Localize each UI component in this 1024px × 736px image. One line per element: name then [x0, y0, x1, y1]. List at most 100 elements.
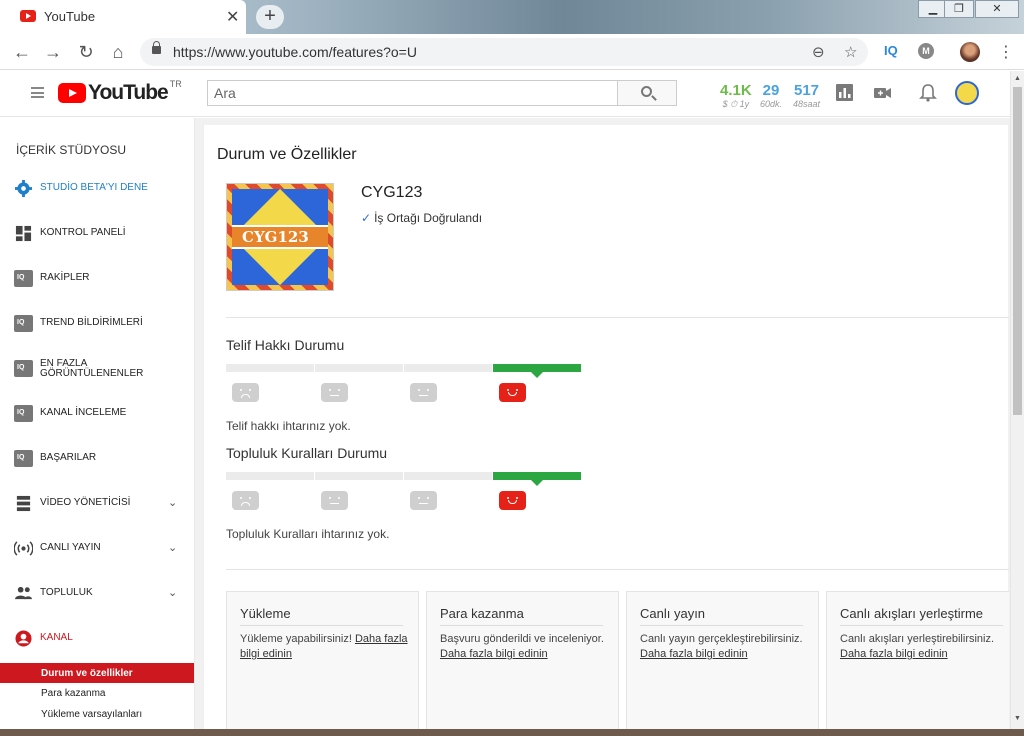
- extension-iq-icon[interactable]: IQ: [884, 43, 898, 58]
- sidebar-item-label: RAKİPLER: [40, 272, 90, 283]
- card-divider: [240, 625, 403, 626]
- card-description: Başvuru gönderildi ve inceleniyor. Daha f…: [440, 632, 610, 662]
- close-window-button[interactable]: ✕: [975, 0, 1019, 18]
- sidebar-item-channel-review[interactable]: KANAL İNCELEME: [0, 399, 195, 429]
- stat-60min[interactable]: 29 60dk.: [760, 82, 782, 109]
- meter-pointer: [531, 480, 543, 486]
- card-description: Canlı yayın gerçekleştirebilirsiniz. Daha…: [640, 632, 810, 662]
- frown-face-icon: [321, 491, 348, 510]
- sidebar-item-achievements[interactable]: BAŞARILAR: [0, 444, 195, 474]
- chevron-down-icon[interactable]: ⌄: [168, 586, 177, 599]
- logo-wordmark: YouTube: [88, 81, 169, 104]
- meter-segment: [226, 472, 314, 480]
- copyright-status-note: Telif hakkı ihtarınız yok.: [226, 419, 351, 433]
- tab-title: YouTube: [44, 9, 96, 24]
- community-status-note: Topluluk Kuralları ihtarınız yok.: [226, 527, 390, 541]
- address-toolbar: ← → ↻ ⌂ https://www.youtube.com/features…: [0, 34, 1024, 70]
- sad-face-icon: [232, 491, 259, 510]
- avatar-image: CYG123: [231, 188, 329, 286]
- sidebar-subitem-upload-defaults[interactable]: Yükleme varsayılanları: [41, 709, 142, 720]
- stat-sub: 48saat: [793, 99, 821, 109]
- copyright-status-meter: [226, 364, 582, 378]
- sidebar-item-label: TOPLULUK: [40, 587, 93, 598]
- neutral-face-icon: [410, 491, 437, 510]
- page-scrollbar[interactable]: ▲ ▼: [1010, 71, 1024, 729]
- analytics-icon[interactable]: [836, 84, 854, 102]
- sidebar-item-label: KANAL: [40, 632, 73, 643]
- happy-face-icon: [499, 383, 526, 402]
- sidebar-item-label: VİDEO YÖNETİCİSİ: [40, 497, 131, 508]
- extension-m-icon[interactable]: M: [918, 43, 934, 59]
- os-taskbar: [0, 729, 1024, 736]
- sidebar-item-label: BAŞARILAR: [40, 452, 97, 463]
- profile-avatar[interactable]: [960, 42, 980, 62]
- sidebar-item-live-streaming[interactable]: CANLI YAYIN ⌄: [0, 534, 195, 564]
- bookmark-star-icon[interactable]: ☆: [844, 43, 857, 61]
- zoom-out-icon[interactable]: ⊖: [812, 43, 825, 61]
- youtube-header: YouTube TR Ara 4.1K $ ⏱ 1y 29 60dk. 517 …: [0, 71, 1010, 117]
- card-divider: [840, 625, 1003, 626]
- notifications-bell-icon[interactable]: [919, 84, 937, 102]
- card-title: Canlı yayın: [640, 606, 706, 621]
- sidebar-title: İÇERİK STÜDYOSU: [16, 143, 127, 157]
- restore-window-button[interactable]: ❐: [944, 0, 974, 18]
- hamburger-menu-icon[interactable]: [31, 87, 44, 98]
- sidebar-subitem-status-active[interactable]: Durum ve özellikler: [0, 663, 194, 683]
- account-avatar[interactable]: [955, 81, 979, 105]
- stat-earnings[interactable]: 4.1K $ ⏱ 1y: [720, 82, 752, 110]
- sidebar-item-most-viewed[interactable]: EN FAZLA GÖRÜNTÜLENENLER: [0, 354, 195, 384]
- channel-avatar[interactable]: CYG123: [226, 183, 334, 291]
- frown-face-icon: [321, 383, 348, 402]
- studio-sidebar: İÇERİK STÜDYOSU STUDİO BETA'YI DENE KONT…: [0, 118, 195, 736]
- search-button[interactable]: [617, 80, 677, 106]
- stat-value: 517: [794, 82, 820, 99]
- address-bar[interactable]: https://www.youtube.com/features?o=U ⊖ ☆: [140, 38, 868, 66]
- upload-video-icon[interactable]: [874, 84, 892, 102]
- browser-tab[interactable]: YouTube ✕: [0, 0, 246, 34]
- browser-menu-icon[interactable]: ⋮: [998, 42, 1014, 62]
- community-status-meter: [226, 472, 582, 486]
- stat-sub: $ ⏱ 1y: [722, 99, 750, 109]
- scrollbar-thumb[interactable]: [1013, 87, 1022, 415]
- meter-segment: [226, 364, 314, 372]
- url-text[interactable]: https://www.youtube.com/features?o=U: [173, 44, 417, 60]
- browser-tab-strip: YouTube ✕ + ▁ ❐ ✕: [0, 0, 1024, 34]
- learn-more-link[interactable]: Daha fazla bilgi edinin: [840, 648, 948, 660]
- sidebar-subitem-monetization[interactable]: Para kazanma: [41, 688, 105, 699]
- section-divider: [226, 569, 1009, 570]
- youtube-logo[interactable]: YouTube TR: [58, 79, 182, 105]
- sidebar-item-trend-alerts[interactable]: TREND BİLDİRİMLERİ: [0, 309, 195, 339]
- sidebar-item-community[interactable]: TOPLULUK ⌄: [0, 579, 195, 609]
- iq-icon: [14, 360, 33, 377]
- page-title: Durum ve Özellikler: [217, 146, 357, 163]
- broadcast-icon: [14, 541, 33, 556]
- happy-face-icon: [499, 491, 526, 510]
- learn-more-link[interactable]: Daha fazla bilgi edinin: [440, 648, 548, 660]
- sidebar-item-video-manager[interactable]: VİDEO YÖNETİCİSİ ⌄: [0, 489, 195, 519]
- scroll-up-arrow-icon[interactable]: ▲: [1014, 75, 1021, 82]
- stat-48h[interactable]: 517 48saat: [793, 82, 820, 109]
- home-icon[interactable]: ⌂: [107, 41, 129, 63]
- chevron-down-icon[interactable]: ⌄: [168, 496, 177, 509]
- learn-more-link[interactable]: Daha fazla bilgi edinin: [640, 648, 748, 660]
- forward-arrow-icon[interactable]: →: [42, 41, 64, 63]
- logo-region: TR: [169, 79, 182, 89]
- feature-card-upload: Yükleme Yükleme yapabilirsiniz! Daha faz…: [226, 591, 419, 736]
- sidebar-item-label: STUDİO BETA'YI DENE: [40, 182, 148, 193]
- chevron-down-icon[interactable]: ⌄: [168, 541, 177, 554]
- back-arrow-icon[interactable]: ←: [11, 41, 33, 63]
- sidebar-item-label: KANAL İNCELEME: [40, 407, 127, 418]
- card-description: Canlı akışları yerleştirebilirsiniz. Daha…: [840, 632, 1010, 662]
- scroll-down-arrow-icon[interactable]: ▼: [1014, 715, 1021, 722]
- new-tab-button[interactable]: +: [256, 5, 284, 29]
- iq-icon: [14, 450, 33, 467]
- search-input[interactable]: Ara: [207, 80, 618, 106]
- sidebar-item-dashboard[interactable]: KONTROL PANELİ: [0, 219, 195, 249]
- label-line-2: GÖRÜNTÜLENENLER: [40, 368, 144, 379]
- sidebar-item-competitors[interactable]: RAKİPLER: [0, 264, 195, 294]
- reload-icon[interactable]: ↻: [75, 41, 97, 63]
- sidebar-item-channel[interactable]: KANAL: [0, 624, 195, 654]
- sidebar-item-studio-beta[interactable]: STUDİO BETA'YI DENE: [0, 174, 195, 204]
- stat-value: 29: [762, 82, 780, 99]
- close-tab-icon[interactable]: ✕: [226, 7, 239, 27]
